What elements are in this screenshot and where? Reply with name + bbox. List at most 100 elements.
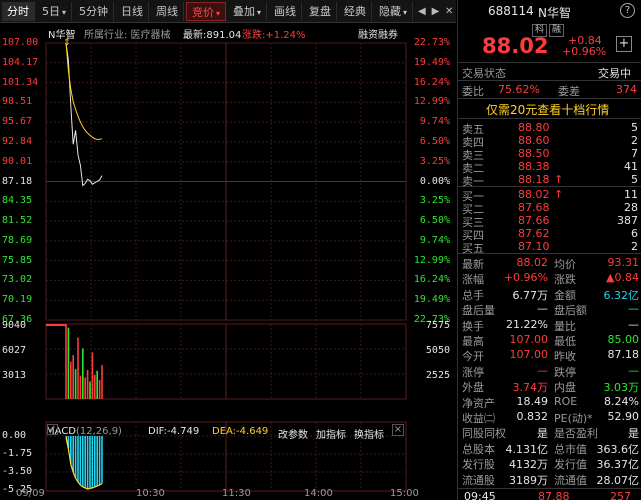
asks-row: 卖五 88.80 5 <box>458 121 641 136</box>
stat-value: 87.18 <box>607 348 640 362</box>
dropdown-arrow-icon: ▾ <box>257 7 262 17</box>
close-icon[interactable]: ✕ <box>442 2 456 21</box>
stat-value: 是 <box>537 427 548 441</box>
info-icon[interactable]: ? <box>620 3 635 18</box>
stat-row: 今开 107.00 昨收 87.18 <box>458 348 641 364</box>
intraday-chart[interactable]: ⇕ N华智 所属行业: 医疗器械 最新:891.04 涨跌:+1.24% 融资融… <box>0 24 456 500</box>
price-row: 88.02 +0.84 +0.96% + <box>458 34 641 58</box>
tab-2[interactable]: 5分钟 <box>74 1 115 21</box>
volume-bar <box>79 375 82 399</box>
price-tick-label: 73.02 <box>2 274 33 286</box>
bids-price: 87.68 <box>518 201 550 214</box>
add-watchlist-icon[interactable]: + <box>616 36 632 52</box>
macd-close-icon[interactable]: × <box>392 424 404 436</box>
tab-1[interactable]: 5日 ▾ <box>37 1 73 21</box>
bids-row: 买二 87.68 28 <box>458 201 641 216</box>
stat-value: +0.96% <box>503 271 548 285</box>
next-icon[interactable]: ▶ <box>429 2 443 21</box>
stat-label: 发行股 <box>462 458 495 472</box>
tab-3[interactable]: 日线 <box>116 1 150 21</box>
dropdown-arrow-icon: ▾ <box>403 7 408 17</box>
tab-0[interactable]: 分时 <box>2 1 35 21</box>
tab-label: 经典 <box>344 4 367 18</box>
pct-tick-label: 19.49% <box>413 56 450 68</box>
tab-6[interactable]: 叠加 ▾ <box>228 1 268 21</box>
bids-volume: 11 <box>624 188 638 201</box>
stat-label: 涨停 <box>462 365 484 379</box>
quote-title: 688114 N华智 ? <box>458 3 641 20</box>
price-tick-label: 84.35 <box>2 195 33 207</box>
level2-promo-link[interactable]: 仅需20元查看十档行情 <box>486 101 609 118</box>
dif-value: DIF:-4.749 <box>148 426 200 437</box>
macd-bar <box>98 436 101 485</box>
industry-label: 所属行业: 医疗器械 <box>84 30 171 41</box>
current-price: 88.02 <box>482 34 549 58</box>
pct-tick-label: 16.24% <box>413 274 450 286</box>
tab-8[interactable]: 复盘 <box>304 1 338 21</box>
stat-label: 收益㈡ <box>462 412 495 425</box>
tab-5[interactable]: 竞价 ▾ <box>186 1 227 21</box>
time-tick-label: 09/09 <box>16 488 45 499</box>
bids-volume: 2 <box>631 240 638 253</box>
stat-row: 发行股 4132万 发行值 36.37亿 <box>458 456 641 472</box>
bids-price: 87.66 <box>518 214 550 227</box>
macd-link-1[interactable]: 加指标 <box>316 426 346 441</box>
stat-value: 18.49 <box>516 394 549 408</box>
macd-bar <box>94 436 96 487</box>
asks-row: 卖二 88.38 41 <box>458 160 641 175</box>
stat-value: 107.00 <box>509 333 549 346</box>
macd-link-2[interactable]: 换指标 <box>354 426 384 441</box>
tab-10[interactable]: 隐藏 ▾ <box>374 1 414 21</box>
pct-tick-label: 19.49% <box>413 294 450 306</box>
stat-value: 3189万 <box>509 473 548 487</box>
price-tick-label: 101.34 <box>2 76 39 88</box>
dropdown-arrow-icon: ▾ <box>62 7 67 17</box>
stat-label: 盘后额 <box>554 304 587 318</box>
stat-value: — <box>537 363 548 377</box>
asks-volume: 5 <box>631 121 638 134</box>
pct-tick-label: 12.99% <box>413 96 450 108</box>
macd-bar <box>89 436 91 489</box>
stat-label: 昨收 <box>554 350 576 364</box>
price-tick-label: 70.19 <box>2 294 33 306</box>
price-tick-label: 92.84 <box>2 135 33 147</box>
stat-label: 外盘 <box>462 381 484 395</box>
volume-bar <box>89 381 91 399</box>
stat-label: 金额 <box>554 288 576 302</box>
volume-tick-label: 6027 <box>2 345 27 356</box>
tab-7[interactable]: 画线 <box>269 1 303 21</box>
tick-row: 09:45 87.88 257 <box>458 490 641 500</box>
macd-bar <box>86 436 89 489</box>
bids-label: 买五 <box>462 242 484 255</box>
macd-tick-label: 0.00 <box>2 430 27 441</box>
bids-price: 87.10 <box>518 240 550 253</box>
stat-value: 363.6亿 <box>596 442 640 456</box>
price-tick-label: 104.17 <box>2 56 39 68</box>
asks-price: 88.80 <box>518 121 550 134</box>
margin-trading-link[interactable]: 融资融券 <box>358 26 398 41</box>
promo-row[interactable]: 仅需20元查看十档行情 <box>458 101 641 117</box>
stat-label: 最新 <box>462 258 484 271</box>
macd-bar <box>96 436 98 486</box>
prev-icon[interactable]: ◀ <box>415 2 429 21</box>
volume-bar <box>65 324 67 399</box>
volume-bar <box>72 355 74 399</box>
up-arrow-icon: ↑ <box>554 188 564 201</box>
macd-toggle-icon[interactable]: ✓ <box>47 424 58 435</box>
webi-row: 委比 75.62% 委差 374 <box>458 83 641 98</box>
macd-bar <box>82 436 84 487</box>
stat-value: 52.90 <box>607 410 640 423</box>
macd-link-0[interactable]: 改参数 <box>278 426 308 441</box>
price-change-pct: +0.96% <box>562 45 607 58</box>
stat-row: 盘后量 — 盘后额 — <box>458 302 641 318</box>
time-tick-label: 10:30 <box>136 488 165 499</box>
stat-value: — <box>537 302 548 316</box>
volume-bar <box>84 377 86 399</box>
pct-tick-label: 3.25% <box>419 155 450 167</box>
asks-price: 88.18 <box>518 173 550 186</box>
tab-label: 周线 <box>156 4 179 18</box>
stat-label: 总股本 <box>462 442 495 456</box>
tab-9[interactable]: 经典 <box>339 1 373 21</box>
volume-bar <box>74 369 77 399</box>
tab-4[interactable]: 周线 <box>151 1 185 21</box>
